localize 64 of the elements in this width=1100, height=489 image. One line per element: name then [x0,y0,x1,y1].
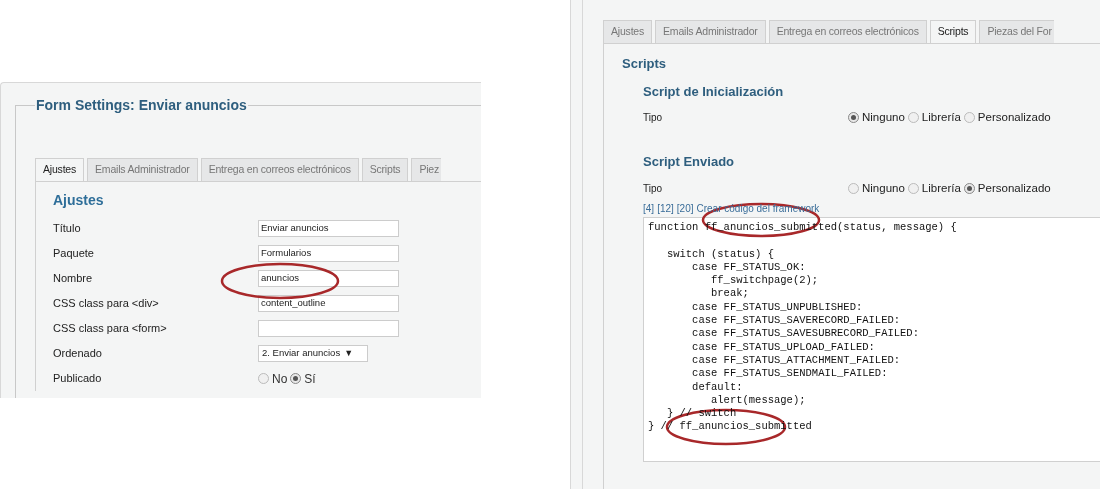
code-line: case FF_STATUS_SAVERECORD_FAILED: [691,314,901,328]
field-label: Título [53,221,82,237]
tab[interactable]: Scripts [929,20,977,43]
input-field[interactable]: Enviar anuncios [258,220,399,237]
radio-button[interactable] [963,182,975,194]
input-field[interactable]: Formularios [258,245,399,262]
code-line: break; [710,287,749,301]
section-title: Scripts [622,55,668,73]
code-line: case FF_STATUS_UNPUBLISHED: [691,300,863,315]
code-line: alert(message); [710,393,806,408]
code-line: case FF_STATUS_ATTACHMENT_FAILED: [691,353,901,368]
tab[interactable]: Piezas del For [979,20,1054,43]
link[interactable]: [12] [657,201,674,216]
code-line: ff_switchpage(2); [710,274,819,288]
link[interactable]: [4] [643,201,655,216]
code-line: case FF_STATUS_UPLOAD_FAILED: [691,340,875,354]
field-label: Tipo [643,111,664,126]
radio-button[interactable] [258,373,269,384]
input-field[interactable] [258,320,399,337]
input-field[interactable]: content_outline [258,295,399,312]
radio-button[interactable] [290,373,302,384]
radio-button[interactable] [848,182,859,194]
field-label: Ordenado [53,346,103,362]
radio-label: Sí [304,370,316,388]
tab[interactable]: Entrega en correos electrónicos [768,20,927,43]
radio-label: Librería [921,180,961,196]
subsection-title: Script de Inicialización [643,82,785,101]
radio-button[interactable] [907,182,919,194]
form-legend: Form Settings: Enviar anuncios [35,95,248,116]
code-line: switch (status) { [665,247,775,261]
code-line: default: [691,380,743,394]
subsection-title: Script Enviado [643,153,736,172]
tab[interactable]: Piez [411,158,442,181]
code-line: case FF_STATUS_OK: [691,260,806,275]
tab[interactable]: Emails Administrador [87,158,198,181]
radio-label: Ninguno [862,180,905,196]
radio-label: No [272,370,288,388]
tab[interactable]: Ajustes [603,20,653,43]
radio-label: Ninguno [862,110,905,125]
select-value: 2. Enviar anuncios [262,346,341,361]
link[interactable]: [20] [676,201,694,216]
radio-label: Librería [921,110,961,125]
radio-button[interactable] [963,112,975,124]
tab[interactable]: Ajustes [35,158,85,181]
radio-label: Personalizado [977,110,1051,125]
code-editor[interactable] [643,217,1100,462]
tab[interactable]: Scripts [361,158,409,181]
input-field[interactable]: anuncios [258,270,399,287]
field-label: Nombre [53,271,94,287]
field-label: Paquete [53,246,95,262]
radio-button[interactable] [848,112,859,124]
tab[interactable]: Entrega en correos electrónicos [200,158,359,181]
caret-icon: ▼ [344,346,354,361]
section-title: Ajustes [53,191,105,210]
code-line: case FF_STATUS_SENDMAIL_FAILED: [691,367,888,381]
tab[interactable]: Emails Administrador [655,20,766,43]
field-label: Publicado [53,371,103,387]
field-label: CSS class para <form> [53,321,168,337]
radio-button[interactable] [907,112,919,124]
field-label: CSS class para <div> [53,296,160,312]
select-field[interactable]: 2. Enviar anuncios ▼ [258,345,368,362]
code-line: case FF_STATUS_SAVESUBRECORD_FAILED: [691,327,919,341]
field-label: Tipo [643,181,664,196]
radio-label: Personalizado [977,180,1051,196]
